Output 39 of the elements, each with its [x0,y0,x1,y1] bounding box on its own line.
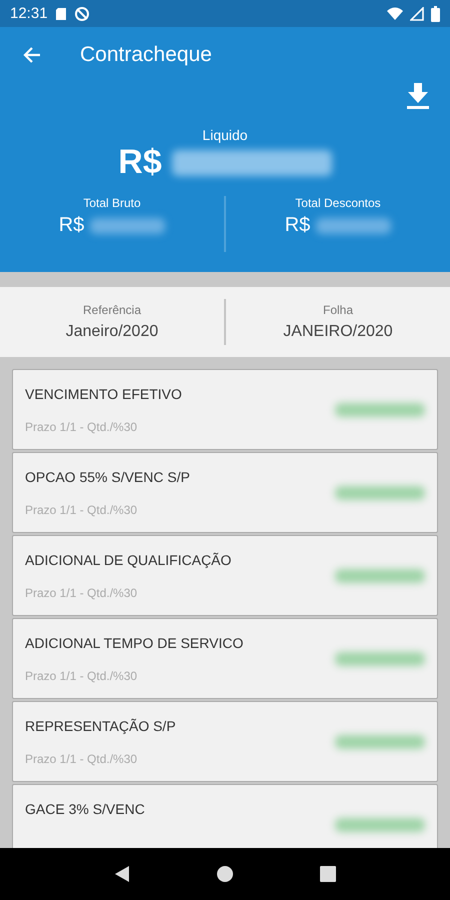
item-title: ADICIONAL DE QUALIFICAÇÃO [25,552,232,568]
battery-icon [431,6,440,22]
item-detail: Prazo 1/1 - Qtd./%30 [25,503,138,517]
item-detail: Prazo 1/1 - Qtd./%30 [25,669,138,683]
currency-symbol: R$ [58,214,84,237]
back-icon[interactable] [112,865,131,883]
payslip-item-card[interactable]: REPRESENTAÇÃO S/P Prazo 1/1 - Qtd./%30 [12,701,438,782]
payslip-item-card[interactable]: ADICIONAL DE QUALIFICAÇÃO Prazo 1/1 - Qtd./%30 [12,535,438,616]
item-detail: Prazo 1/1 - Qtd./%30 [25,752,138,766]
download-icon[interactable] [406,83,430,109]
item-title: GACE 3% S/VENC [25,801,146,817]
item-detail: Prazo 1/1 - Qtd./%30 [25,420,138,434]
gross-label: Total Bruto [83,196,141,210]
deductions-label: Total Descontos [295,196,381,210]
home-icon[interactable] [216,865,234,883]
payslip-item-card[interactable]: GACE 3% S/VENC [12,784,438,848]
sd-card-icon [54,6,67,20]
reference-value: Janeiro/2020 [66,323,158,341]
payslip-item-card[interactable]: VENCIMENTO EFETIVO Prazo 1/1 - Qtd./%30 [12,369,438,450]
item-title: REPRESENTAÇÃO S/P [25,718,177,734]
back-arrow-icon[interactable] [22,45,42,65]
payslip-item-card[interactable]: OPCAO 55% S/VENC S/P Prazo 1/1 - Qtd./%30 [12,452,438,533]
sync-off-icon [74,6,90,22]
clock: 12:31 [10,5,48,22]
wifi-icon [387,6,403,20]
currency-symbol: R$ [118,143,162,182]
recents-icon[interactable] [319,865,338,883]
item-title: ADICIONAL TEMPO DE SERVICO [25,635,244,651]
signal-icon [410,6,424,20]
reference-label: Referência [82,303,142,317]
net-label: Liquido [202,127,248,143]
item-title: VENCIMENTO EFETIVO [25,386,183,402]
item-title: OPCAO 55% S/VENC S/P [25,469,191,485]
payslip-item-card[interactable]: ADICIONAL TEMPO DE SERVICO Prazo 1/1 - Qtd./%30 [12,618,438,699]
sheet-label: Folha [322,303,354,317]
currency-symbol: R$ [284,214,310,237]
item-detail: Prazo 1/1 - Qtd./%30 [25,586,138,600]
screen-title: Contracheque [80,43,212,67]
sheet-value: JANEIRO/2020 [283,323,393,341]
